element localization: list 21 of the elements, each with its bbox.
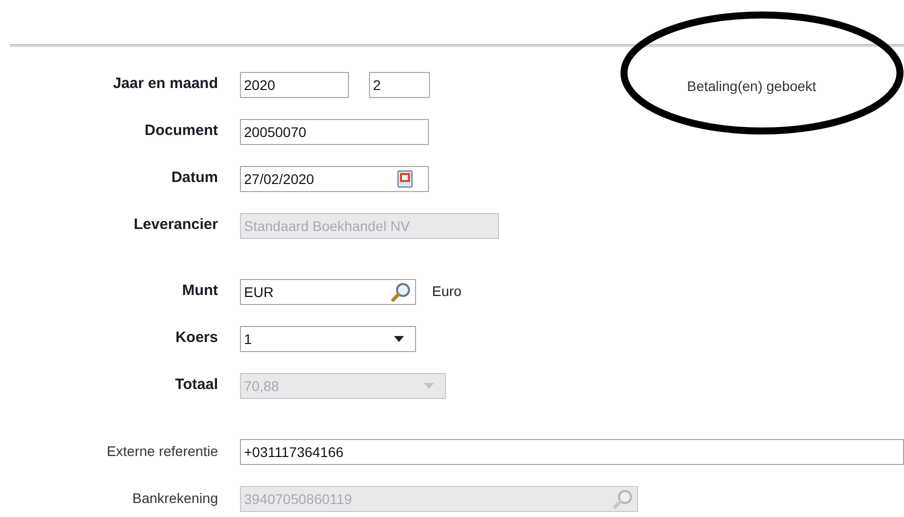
caret-icon[interactable] — [394, 336, 404, 342]
input-field[interactable]: 20050070 — [240, 118, 429, 144]
input-field[interactable]: 2 — [369, 72, 430, 98]
field-label: Bankrekening — [131, 489, 218, 508]
calendar-icon[interactable] — [397, 170, 413, 188]
field-label: Datum — [170, 168, 218, 188]
field-label: Jaar en maand — [112, 74, 218, 94]
dropdown[interactable]: 1 — [240, 326, 416, 352]
status-text: Betaling(en) geboekt — [687, 77, 816, 96]
input-field[interactable]: +031117364166 — [240, 438, 904, 464]
field-label: Munt — [181, 281, 218, 302]
field-label: Leverancier — [132, 215, 218, 236]
field-label: Externe referentie — [106, 442, 218, 461]
field-label: Document — [144, 121, 218, 142]
field-label: Totaal — [174, 375, 218, 396]
lookup-field[interactable]: EUR — [240, 278, 416, 304]
search-icon[interactable] — [390, 280, 412, 302]
currency-name: Euro — [432, 282, 462, 301]
field-label: Koers — [174, 328, 218, 348]
date-field[interactable]: 27/02/2020 — [240, 166, 429, 192]
input-field[interactable]: 2020 — [240, 72, 349, 98]
